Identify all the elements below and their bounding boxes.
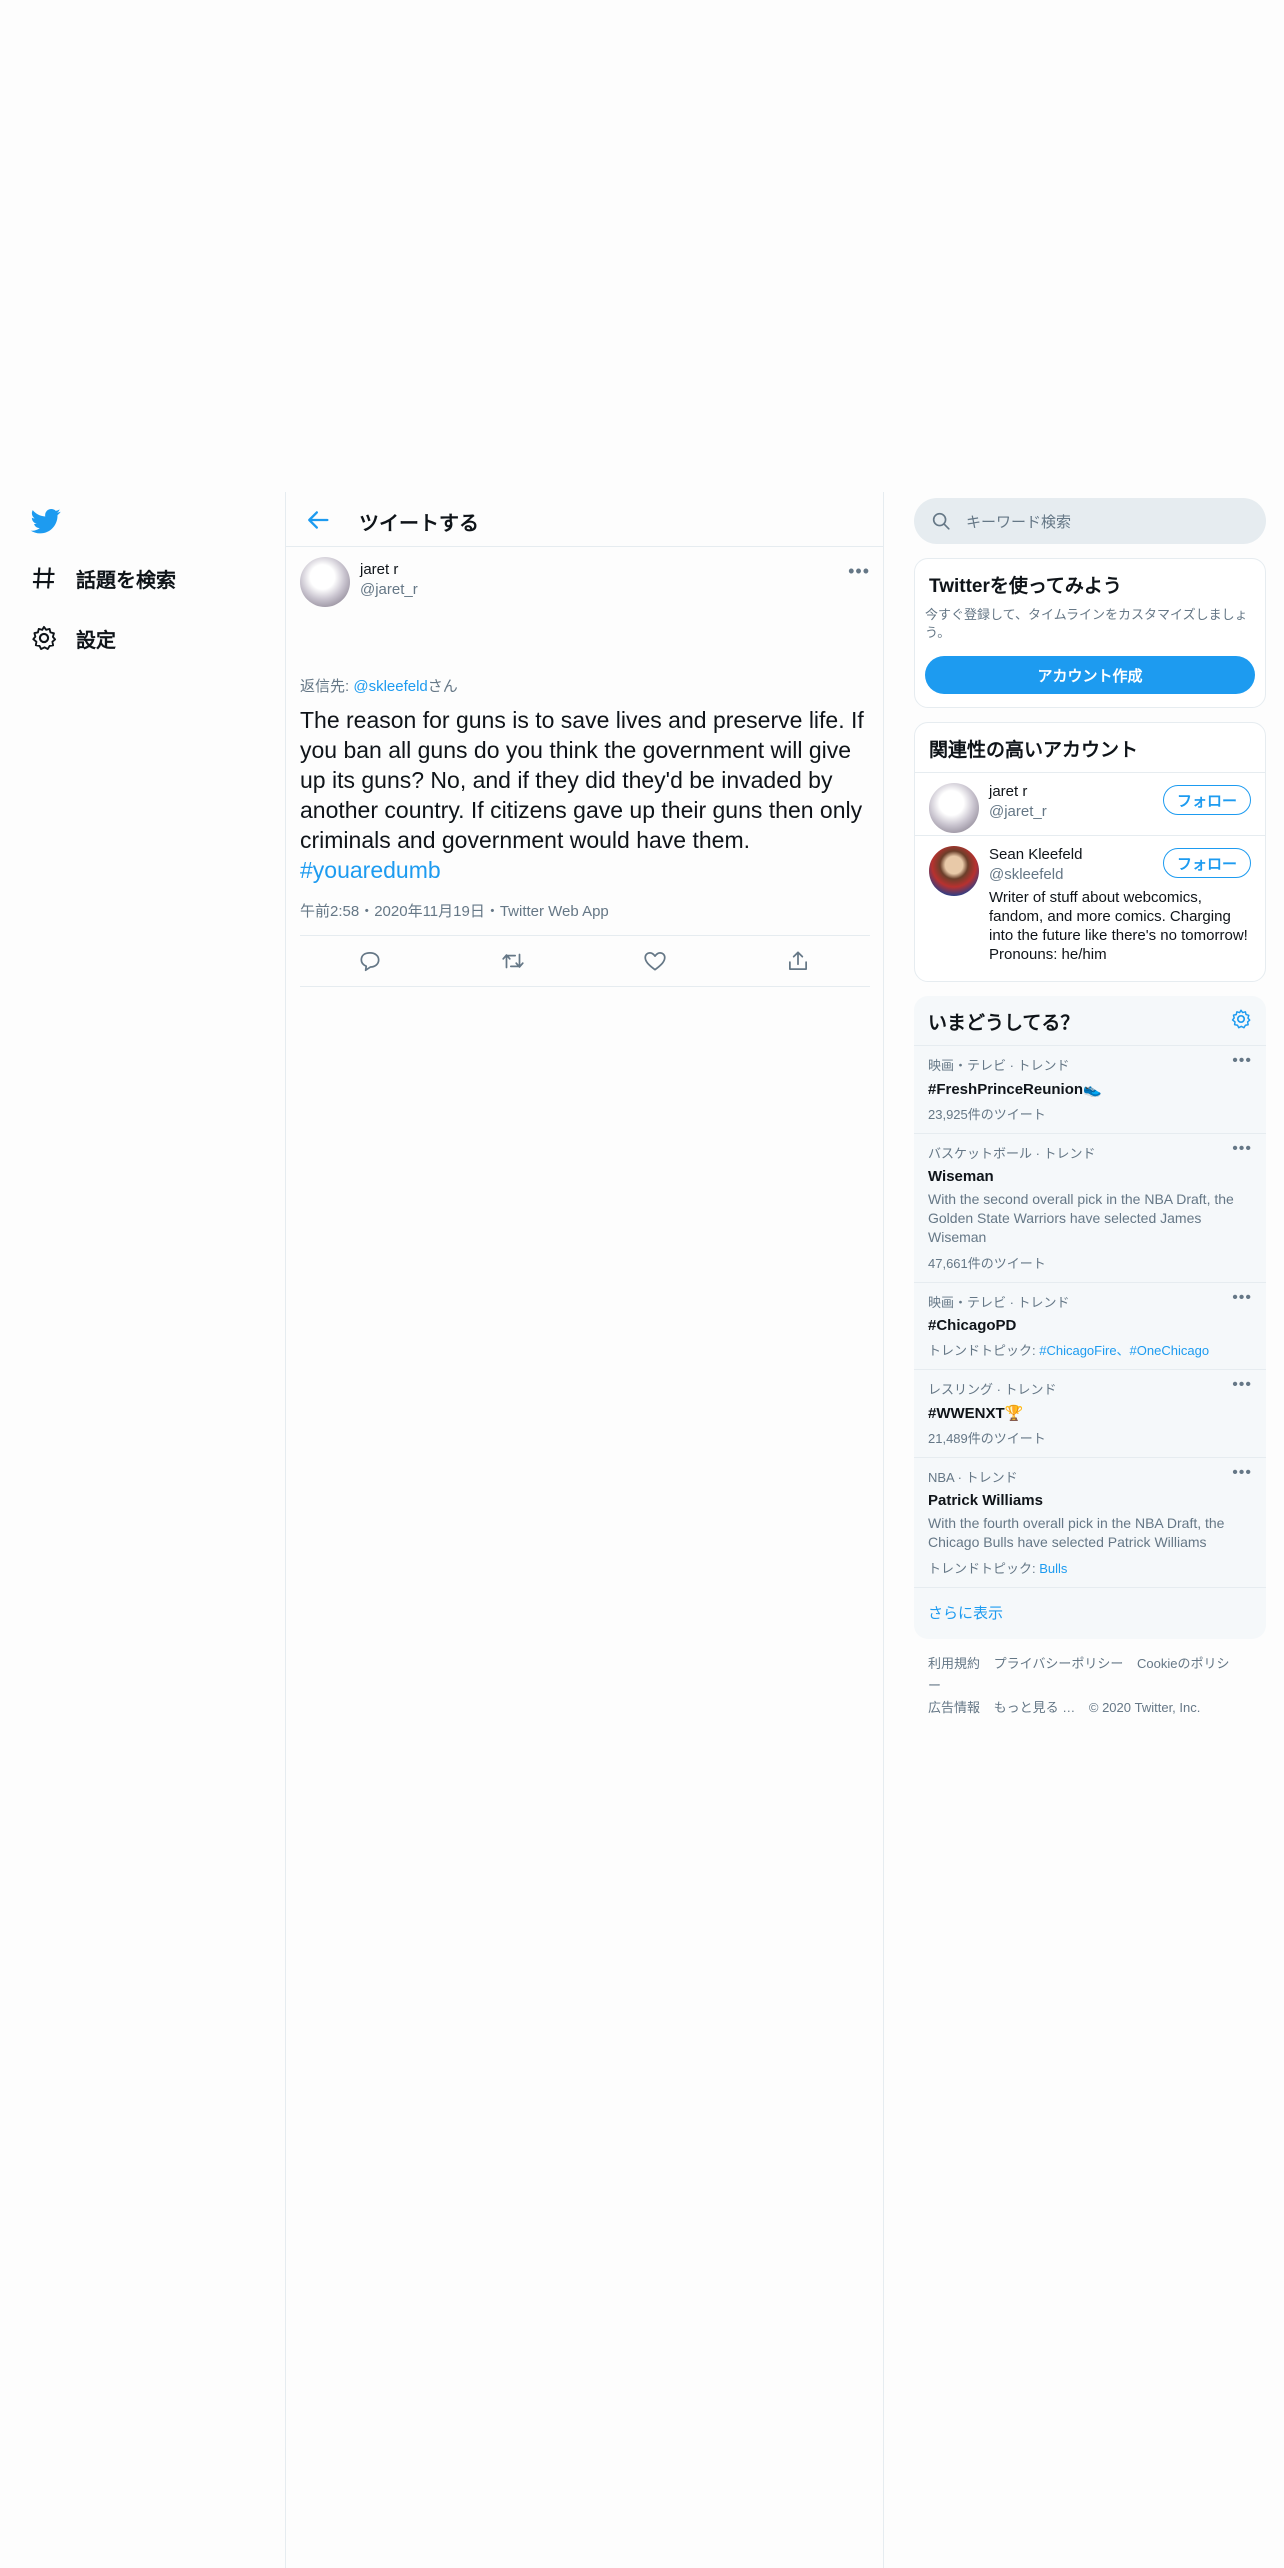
trend-item[interactable]: 映画・テレビ · トレンド #ChicagoPD トレンドトピック: #Chic… bbox=[914, 1282, 1266, 1369]
trend-tweet-count: 23,925件のツイート bbox=[928, 1107, 1046, 1122]
page-title: ツイートする bbox=[359, 513, 479, 535]
hashtag-icon bbox=[32, 567, 55, 589]
user-bio: Writer of stuff about webcomics, fandom,… bbox=[989, 889, 1248, 963]
more-options-icon[interactable]: ••• bbox=[1232, 1289, 1252, 1307]
user-name[interactable]: Sean Kleefeld bbox=[989, 846, 1082, 863]
create-account-button[interactable]: アカウント作成 bbox=[925, 656, 1255, 694]
footer-link-ads[interactable]: 広告情報 bbox=[928, 1700, 980, 1715]
trend-topics-label: トレンドトピック: bbox=[928, 1343, 1040, 1358]
more-options-icon[interactable]: ••• bbox=[1232, 1376, 1252, 1394]
signup-description: 今すぐ登録して、タイムラインをカスタマイズしましょう。 bbox=[925, 607, 1248, 640]
nav-explore[interactable]: 話題を検索 bbox=[30, 558, 176, 598]
footer-link-more[interactable]: もっと見る … bbox=[994, 1700, 1076, 1715]
trend-topics-links[interactable]: Bulls bbox=[1039, 1561, 1067, 1576]
user-row[interactable]: jaret r @jaret_r フォロー bbox=[915, 772, 1265, 835]
reply-suffix: さん bbox=[427, 678, 458, 695]
trend-emoji: 👟 bbox=[1083, 1081, 1102, 1098]
trend-category: 映画・テレビ · トレンド bbox=[928, 1295, 1070, 1310]
retweet-icon[interactable] bbox=[500, 948, 526, 974]
like-heart-icon[interactable] bbox=[642, 948, 668, 974]
trend-tweet-count: 47,661件のツイート bbox=[928, 1256, 1046, 1271]
trend-name: #FreshPrinceReunion👟 bbox=[928, 1080, 1252, 1098]
tweet-actions bbox=[300, 935, 870, 987]
trend-name: Wiseman bbox=[928, 1168, 994, 1185]
search-input[interactable] bbox=[964, 506, 1248, 538]
related-accounts-title: 関連性の高いアカウント bbox=[929, 740, 1139, 761]
trend-name: Patrick Williams bbox=[928, 1492, 1043, 1509]
trend-item[interactable]: NBA · トレンド Patrick Williams With the fou… bbox=[914, 1457, 1266, 1587]
tweet-author-handle[interactable]: @jaret_r bbox=[360, 581, 418, 598]
trend-category: バスケットボール · トレンド bbox=[928, 1146, 1096, 1161]
user-name[interactable]: jaret r bbox=[989, 783, 1027, 800]
reply-prefix: 返信先: bbox=[300, 678, 354, 695]
share-icon[interactable] bbox=[785, 948, 811, 974]
follow-button[interactable]: フォロー bbox=[1163, 848, 1251, 878]
user-handle[interactable]: @skleefeld bbox=[989, 866, 1063, 883]
avatar[interactable] bbox=[929, 846, 979, 896]
follow-button[interactable]: フォロー bbox=[1163, 785, 1251, 815]
trend-topics-links[interactable]: #ChicagoFire、#OneChicago bbox=[1039, 1343, 1209, 1358]
avatar[interactable] bbox=[929, 783, 979, 833]
more-options-icon[interactable]: ••• bbox=[848, 561, 870, 582]
footer-copyright: © 2020 Twitter, Inc. bbox=[1088, 1700, 1201, 1715]
signup-title: Twitterを使ってみよう bbox=[929, 576, 1122, 597]
trend-item[interactable]: レスリング · トレンド #WWENXT🏆 21,489件のツイート ••• bbox=[914, 1369, 1266, 1457]
trend-category: レスリング · トレンド bbox=[928, 1382, 1057, 1397]
trend-description: With the fourth overall pick in the NBA … bbox=[928, 1515, 1225, 1550]
trend-name: #WWENXT🏆 bbox=[928, 1404, 1252, 1422]
nav-explore-label: 話題を検索 bbox=[76, 569, 176, 592]
user-handle[interactable]: @jaret_r bbox=[989, 803, 1047, 820]
search-box bbox=[914, 498, 1266, 544]
main-column: ツイートする jaret r @jaret_r ••• 返信先: @skleef… bbox=[286, 492, 884, 987]
tweet-author-name[interactable]: jaret r bbox=[360, 561, 398, 578]
right-sidebar: Twitterを使ってみよう 今すぐ登録して、タイムラインをカスタマイズしましょ… bbox=[914, 498, 1266, 1719]
trend-category: 映画・テレビ · トレンド bbox=[928, 1058, 1070, 1073]
trend-name-text: #WWENXT bbox=[928, 1405, 1005, 1422]
back-arrow-icon[interactable] bbox=[304, 506, 332, 534]
reply-icon[interactable] bbox=[357, 948, 383, 974]
page-header: ツイートする bbox=[286, 492, 884, 547]
trend-name-text: #FreshPrinceReunion bbox=[928, 1081, 1084, 1098]
trends-card: いまどうしてる？ 映画・テレビ · トレンド #FreshPrinceReuni… bbox=[914, 996, 1266, 1639]
trend-settings-gear-icon[interactable] bbox=[1230, 1008, 1252, 1030]
trend-emoji: 🏆 bbox=[1004, 1405, 1024, 1422]
trend-topics: トレンドトピック: Bulls bbox=[928, 1558, 1252, 1577]
nav-settings-label: 設定 bbox=[76, 629, 116, 652]
more-options-icon[interactable]: ••• bbox=[1232, 1052, 1252, 1070]
more-options-icon[interactable]: ••• bbox=[1232, 1464, 1252, 1482]
trend-description: With the second overall pick in the NBA … bbox=[928, 1191, 1234, 1245]
column-divider bbox=[883, 492, 884, 2568]
search-icon bbox=[932, 512, 950, 530]
trend-category: NBA · トレンド bbox=[928, 1470, 1018, 1485]
signup-card: Twitterを使ってみよう 今すぐ登録して、タイムラインをカスタマイズしましょ… bbox=[914, 558, 1266, 708]
trend-item[interactable]: 映画・テレビ · トレンド #FreshPrinceReunion👟 23,92… bbox=[914, 1045, 1266, 1133]
show-more-link[interactable]: さらに表示 bbox=[914, 1587, 1266, 1639]
avatar[interactable] bbox=[300, 557, 350, 607]
gear-icon bbox=[32, 625, 57, 651]
user-row[interactable]: Sean Kleefeld @skleefeld Writer of stuff… bbox=[915, 835, 1265, 981]
trend-topics-label: トレンドトピック: bbox=[928, 1561, 1040, 1576]
nav-settings[interactable]: 設定 bbox=[30, 618, 116, 658]
footer-link-terms[interactable]: 利用規約 bbox=[928, 1656, 980, 1671]
tweet-timestamp[interactable]: 午前2:58・2020年11月19日・Twitter Web App bbox=[300, 900, 609, 921]
trends-title: いまどうしてる？ bbox=[928, 1013, 1080, 1034]
trend-topics: トレンドトピック: #ChicagoFire、#OneChicago bbox=[928, 1340, 1252, 1359]
related-accounts-card: 関連性の高いアカウント jaret r @jaret_r フォロー Sean K… bbox=[914, 722, 1266, 982]
footer: 利用規約 プライバシーポリシー Cookieのポリシー 広告情報 もっと見る …… bbox=[914, 1639, 1266, 1719]
reply-to-link[interactable]: @skleefeld bbox=[353, 678, 427, 695]
reply-context: 返信先: @skleefeldさん bbox=[300, 675, 458, 696]
column-divider bbox=[285, 492, 286, 2568]
trend-item[interactable]: バスケットボール · トレンド Wiseman With the second … bbox=[914, 1133, 1266, 1282]
tweet-body: The reason for guns is to save lives and… bbox=[300, 707, 864, 853]
twitter-bird-icon[interactable] bbox=[30, 506, 62, 536]
tweet-text: The reason for guns is to save lives and… bbox=[300, 705, 866, 885]
trend-name: #ChicagoPD bbox=[928, 1317, 1017, 1334]
trend-tweet-count: 21,489件のツイート bbox=[928, 1431, 1046, 1446]
footer-link-privacy[interactable]: プライバシーポリシー bbox=[994, 1656, 1124, 1671]
hashtag-link[interactable]: #youaredumb bbox=[300, 857, 441, 883]
more-options-icon[interactable]: ••• bbox=[1232, 1140, 1252, 1158]
